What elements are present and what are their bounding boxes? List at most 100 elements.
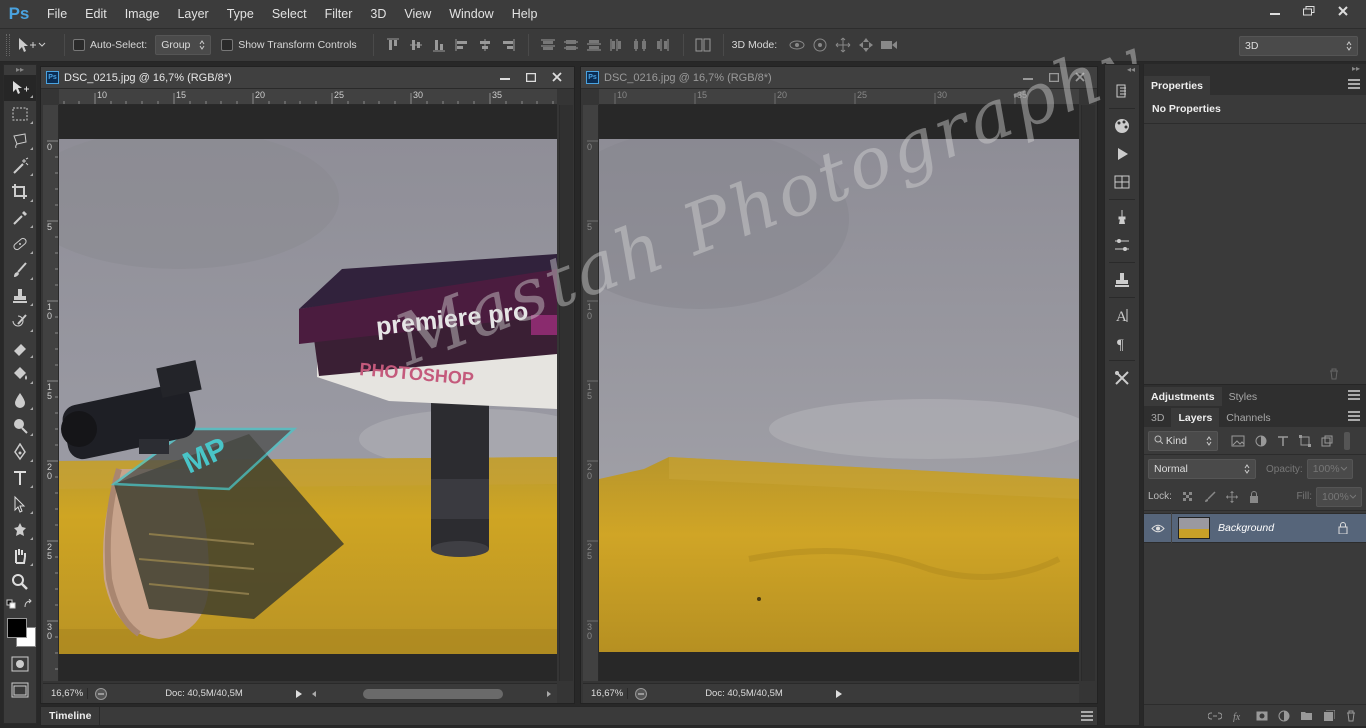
menu-3d[interactable]: 3D [361,0,395,28]
swap-colors-icon[interactable] [23,599,33,609]
menu-help[interactable]: Help [503,0,547,28]
blend-mode-dropdown[interactable]: Normal [1148,459,1256,479]
options-grip[interactable] [6,34,10,56]
menu-view[interactable]: View [395,0,440,28]
dodge-tool[interactable] [4,413,36,439]
lock-position-icon[interactable] [1225,490,1238,503]
menu-edit[interactable]: Edit [76,0,116,28]
lock-transparent-icon[interactable] [1182,491,1194,503]
quick-mask-button[interactable] [4,651,36,677]
filter-smart-object-icon[interactable] [1321,435,1333,447]
color-picker[interactable] [4,617,36,651]
move-tool-preset[interactable] [16,36,46,54]
layers-menu-icon[interactable] [1348,411,1360,421]
scroll-thumb[interactable] [363,688,503,699]
brush-presets-icon[interactable] [1105,203,1139,231]
new-layer-icon[interactable] [1323,709,1335,722]
layer-visibility-toggle[interactable] [1144,513,1172,543]
type-tool[interactable] [4,465,36,491]
eyedropper-tool[interactable] [4,205,36,231]
timeline-menu-icon[interactable] [1081,711,1093,721]
move-tool[interactable] [4,75,36,101]
filter-pixel-icon[interactable] [1231,435,1245,447]
zoom-level-1[interactable]: 16,67% [43,688,88,699]
fx-icon[interactable]: fx [1232,710,1246,722]
canvas-1[interactable]: MP premiere pro PHOTOSHOP [59,105,557,681]
trash-icon[interactable] [1328,368,1340,380]
clone-stamp-tool[interactable] [4,283,36,309]
adjustment-layer-icon[interactable] [1278,710,1290,722]
opacity-field[interactable]: 100% [1306,459,1353,479]
history-brush-tool[interactable] [4,309,36,335]
zoom-tool[interactable] [4,569,36,595]
layer-name[interactable]: Background [1218,522,1274,534]
filter-toggle-switch[interactable] [1344,431,1350,450]
menu-type[interactable]: Type [218,0,263,28]
layer-row[interactable]: Background [1144,513,1366,543]
fill-field[interactable]: 100% [1316,486,1362,507]
paragraph-panel-icon[interactable]: ¶ [1105,329,1139,357]
align-hcenter-icon[interactable] [477,37,494,54]
tab-3d[interactable]: 3D [1144,408,1171,427]
tab-layers[interactable]: Layers [1171,408,1220,427]
vertical-scrollbar-1[interactable] [559,105,573,681]
doc-maximize-button[interactable] [1041,67,1067,87]
scroll-left-icon[interactable] [310,690,318,698]
doc-minimize-button[interactable] [1015,67,1041,87]
doc-maximize-button[interactable] [518,67,544,87]
swatches-panel-icon[interactable] [1105,112,1139,140]
distribute-hcenter-icon[interactable] [632,37,649,54]
toolbox-collapse-icon[interactable]: ▸▸ [4,65,36,75]
align-bottom-icon[interactable] [431,37,448,54]
pen-tool[interactable] [4,439,36,465]
restore-button[interactable] [1292,0,1326,22]
menu-window[interactable]: Window [440,0,502,28]
filter-type-icon[interactable] [1277,435,1289,447]
distribute-top-icon[interactable] [540,37,557,54]
strip-collapse-icon[interactable]: ◂◂ [1105,65,1139,77]
align-top-icon[interactable] [385,37,402,54]
brush-tool[interactable] [4,257,36,283]
layer-mask-icon[interactable] [1256,710,1268,722]
status-menu-arrow-icon[interactable] [834,689,844,699]
tab-channels[interactable]: Channels [1219,408,1277,427]
vertical-scrollbar-2[interactable] [1081,105,1095,681]
timeline-tab[interactable]: Timeline [41,707,101,725]
menu-image[interactable]: Image [116,0,169,28]
auto-align-icon[interactable] [695,37,712,54]
character-panel-icon[interactable]: A [1105,301,1139,329]
doc-close-button[interactable] [1067,67,1093,87]
delete-layer-icon[interactable] [1345,710,1357,722]
status-menu-arrow-icon[interactable] [294,689,304,699]
align-left-icon[interactable] [454,37,471,54]
document-tab-1[interactable]: Ps DSC_0215.jpg @ 16,7% (RGB/8*) [41,67,574,89]
status-info-icon[interactable] [94,687,108,701]
panels-collapse-icon[interactable]: ▸▸ [1144,64,1366,74]
custom-shape-tool[interactable] [4,517,36,543]
blur-tool[interactable] [4,387,36,413]
adjustments-menu-icon[interactable] [1348,390,1360,400]
menu-layer[interactable]: Layer [168,0,217,28]
status-info-icon[interactable] [634,687,648,701]
properties-menu-icon[interactable] [1348,79,1360,89]
default-colors-icon[interactable] [6,599,16,609]
auto-select-dropdown[interactable]: Group [155,35,212,55]
distribute-vcenter-icon[interactable] [563,37,580,54]
doc-minimize-button[interactable] [492,67,518,87]
clone-source-icon[interactable] [1105,266,1139,294]
new-group-icon[interactable] [1300,710,1313,721]
horizontal-scrollbar-1[interactable] [318,688,545,700]
magic-wand-tool[interactable] [4,153,36,179]
menu-filter[interactable]: Filter [316,0,362,28]
scroll-right-icon[interactable] [545,690,553,698]
roll-3d-icon[interactable] [811,37,828,54]
tab-properties[interactable]: Properties [1144,76,1210,95]
orbit-3d-icon[interactable] [788,37,805,54]
lock-image-icon[interactable] [1204,490,1216,503]
screen-mode-button[interactable] [4,677,36,703]
layer-filter-dropdown[interactable]: Kind [1148,430,1218,451]
tab-adjustments[interactable]: Adjustments [1144,387,1222,406]
zoom-level-2[interactable]: 16,67% [583,688,628,699]
document-tab-2[interactable]: Ps DSC_0216.jpg @ 16,7% (RGB/8*) [581,67,1097,89]
tool-presets-icon[interactable] [1105,364,1139,392]
